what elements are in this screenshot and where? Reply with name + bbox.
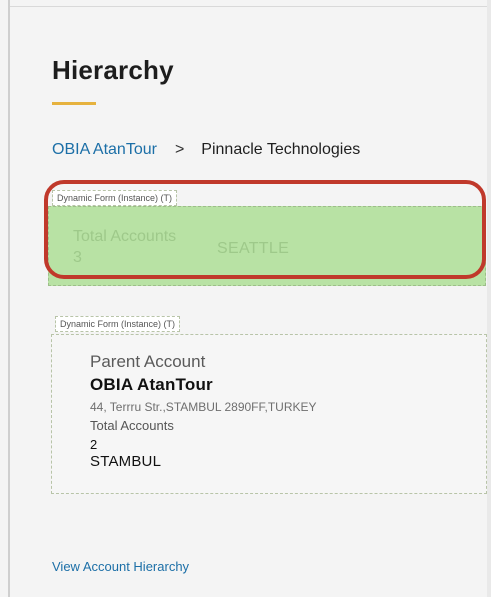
breadcrumb-parent-link[interactable]: OBIA AtanTour — [52, 141, 157, 158]
total-accounts-value: 2 — [90, 437, 98, 452]
page-title: Hierarchy — [52, 55, 174, 85]
view-account-hierarchy-link[interactable]: View Account Hierarchy — [52, 559, 189, 574]
title-accent-underline — [52, 102, 96, 105]
total-accounts-label: Total Accounts — [90, 418, 174, 433]
panel-top-border — [0, 0, 491, 7]
breadcrumb: OBIA AtanTour > Pinnacle Technologies — [52, 141, 360, 159]
dynamic-form-tag: Dynamic Form (Instance) (T) — [55, 316, 181, 332]
total-accounts-value: 3 — [73, 249, 82, 266]
parent-account-name: OBIA AtanTour — [90, 375, 213, 394]
city-value: STAMBUL — [90, 453, 162, 470]
dynamic-form-tag: Dynamic Form (Instance) (T) — [52, 190, 178, 206]
breadcrumb-current: Pinnacle Technologies — [201, 141, 361, 158]
breadcrumb-separator: > — [174, 141, 185, 158]
hierarchy-panel: Hierarchy OBIA AtanTour > Pinnacle Technol… — [0, 0, 491, 597]
panel-right-border — [487, 0, 491, 597]
panel-left-border — [0, 0, 10, 597]
parent-account-address: 44, Terrru Str.,STAMBUL 2890FF,TURKEY — [90, 400, 317, 414]
current-account-card[interactable]: Total Accounts 3 SEATTLE — [48, 206, 486, 286]
city-value: SEATTLE — [217, 240, 290, 257]
parent-account-card[interactable]: Parent Account OBIA AtanTour 44, Terrru … — [51, 334, 487, 494]
total-accounts-label: Total Accounts — [73, 228, 177, 245]
parent-account-label: Parent Account — [90, 352, 206, 371]
